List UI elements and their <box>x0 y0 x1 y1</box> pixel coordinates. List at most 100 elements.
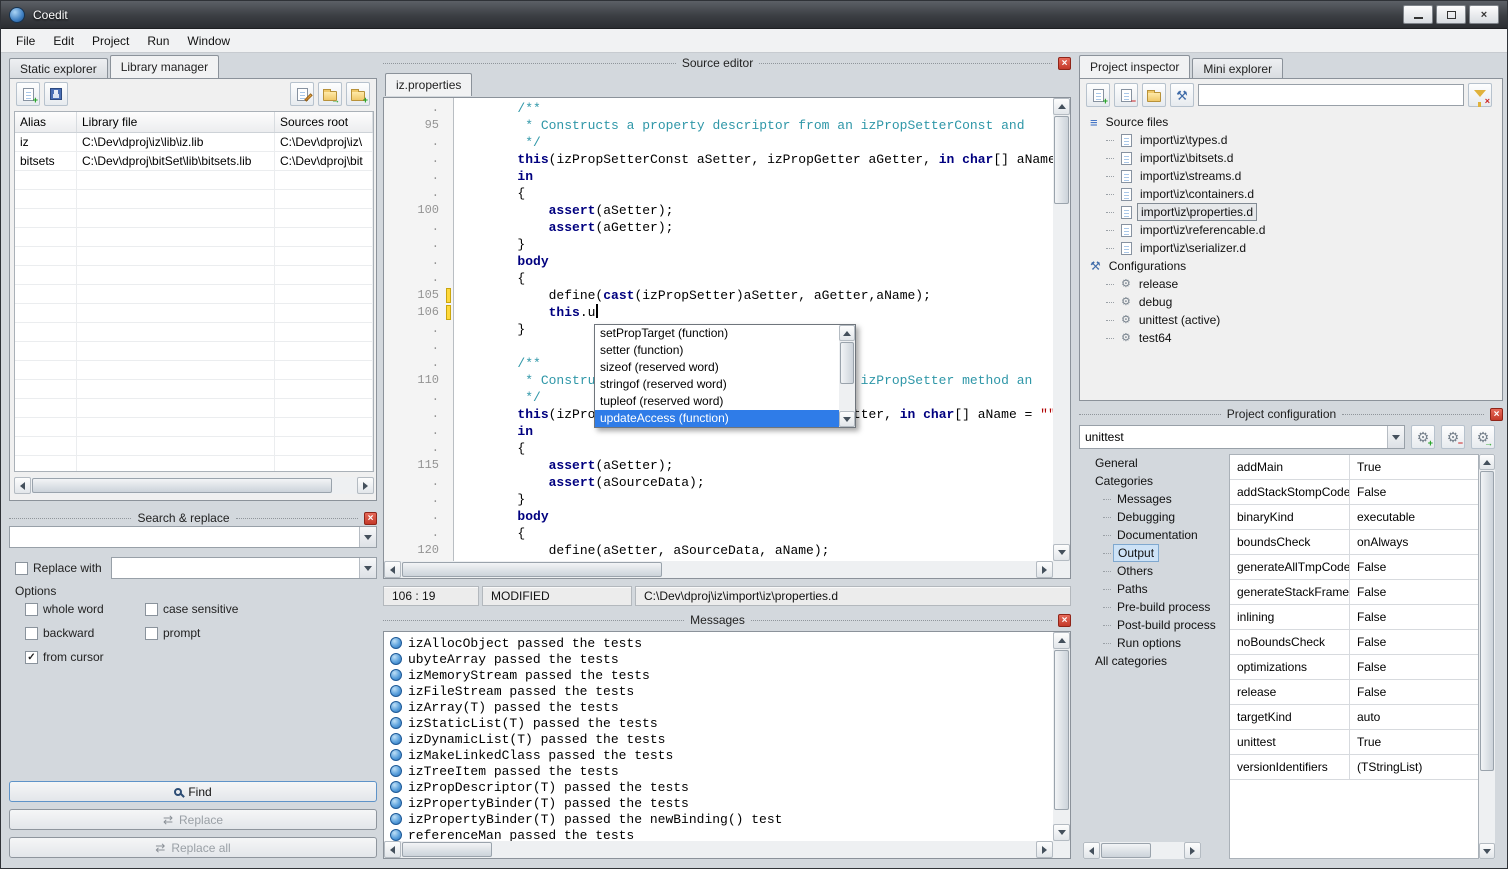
property-row[interactable]: noBoundsCheckFalse <box>1230 630 1478 655</box>
category-others[interactable]: Others <box>1081 562 1227 580</box>
property-value[interactable]: auto <box>1350 705 1478 729</box>
column-header-alias[interactable]: Alias <box>15 112 77 132</box>
completion-item-stringof-reserved-word[interactable]: stringof (reserved word) <box>595 376 839 393</box>
category-paths[interactable]: Paths <box>1081 580 1227 598</box>
tree-group-configurations[interactable]: ⚒Configurations <box>1086 257 1500 275</box>
completion-item-sizeof-reserved-word[interactable]: sizeof (reserved word) <box>595 359 839 376</box>
tree-item-unittest-active[interactable]: ⚙unittest (active) <box>1086 311 1500 329</box>
scroll-thumb[interactable] <box>32 478 332 493</box>
completion-item-setter-function[interactable]: setter (function) <box>595 342 839 359</box>
remove-source-button[interactable]: − <box>1114 83 1138 107</box>
scroll-left-button[interactable] <box>1083 842 1100 859</box>
property-value[interactable]: True <box>1350 730 1478 754</box>
property-value[interactable]: False <box>1350 480 1478 504</box>
dropdown-arrow-icon[interactable] <box>359 527 376 547</box>
category-post-build-process[interactable]: Post-build process <box>1081 616 1227 634</box>
scroll-up-button[interactable] <box>1053 98 1070 115</box>
message-row[interactable]: izArray(T) passed the tests <box>390 699 1053 715</box>
message-row[interactable]: izStaticList(T) passed the tests <box>390 715 1053 731</box>
scroll-thumb[interactable] <box>402 562 662 577</box>
checkbox-case-sensitive[interactable]: case sensitive <box>145 601 238 617</box>
completion-item-tupleof-reserved-word[interactable]: tupleof (reserved word) <box>595 393 839 410</box>
property-value[interactable]: False <box>1350 655 1478 679</box>
property-row[interactable]: boundsCheckonAlways <box>1230 530 1478 555</box>
message-row[interactable]: izPropDescriptor(T) passed the tests <box>390 779 1053 795</box>
edit-library-button[interactable] <box>290 82 314 106</box>
tab-static-explorer[interactable]: Static explorer <box>9 58 108 78</box>
scroll-down-button[interactable] <box>1053 544 1070 561</box>
category-all-categories[interactable]: All categories <box>1081 652 1227 670</box>
replace-button[interactable]: ⇄Replace <box>9 809 377 830</box>
tab-library-manager[interactable]: Library manager <box>110 55 219 78</box>
tree-item-import-iz-containers-d[interactable]: import\iz\containers.d <box>1086 185 1500 203</box>
message-row[interactable]: izFileStream passed the tests <box>390 683 1053 699</box>
search-term-combo[interactable] <box>9 526 377 548</box>
scroll-down-button[interactable] <box>839 411 855 427</box>
replace-with-checkbox[interactable]: Replace with <box>15 560 102 576</box>
tab-iz-properties[interactable]: iz.properties <box>385 73 472 96</box>
property-row[interactable]: generateStackFrameFalse <box>1230 580 1478 605</box>
tree-item-import-iz-types-d[interactable]: import\iz\types.d <box>1086 131 1500 149</box>
scroll-left-button[interactable] <box>384 561 401 578</box>
open-library-button[interactable]: → <box>318 82 342 106</box>
replace-all-button[interactable]: ⇄Replace all <box>9 837 377 858</box>
property-row[interactable]: addStackStompCodeFalse <box>1230 480 1478 505</box>
scroll-thumb[interactable] <box>1054 650 1069 810</box>
menu-project[interactable]: Project <box>83 30 138 52</box>
close-messages-button[interactable]: × <box>1058 614 1071 627</box>
message-row[interactable]: izAllocObject passed the tests <box>390 635 1053 651</box>
scroll-track[interactable] <box>1100 842 1184 859</box>
scroll-left-button[interactable] <box>384 841 401 858</box>
scroll-thumb[interactable] <box>1101 843 1151 858</box>
add-source-button[interactable]: + <box>1086 83 1110 107</box>
property-value[interactable]: False <box>1350 580 1478 604</box>
property-value[interactable]: True <box>1350 455 1478 479</box>
categories-hscrollbar[interactable] <box>1083 842 1201 859</box>
category-run-options[interactable]: Run options <box>1081 634 1227 652</box>
property-value[interactable]: False <box>1350 605 1478 629</box>
scroll-up-button[interactable] <box>839 325 855 341</box>
category-output[interactable]: Output <box>1081 544 1227 562</box>
tree-group-source-files[interactable]: ≡Source files <box>1086 113 1500 131</box>
close-window-button[interactable]: × <box>1469 5 1499 24</box>
tree-item-import-iz-referencable-d[interactable]: import\iz\referencable.d <box>1086 221 1500 239</box>
dropdown-arrow-icon[interactable] <box>1387 426 1404 448</box>
menu-window[interactable]: Window <box>178 30 239 52</box>
editor-horizontal-scrollbar[interactable] <box>384 561 1053 578</box>
scroll-track[interactable] <box>401 561 1036 578</box>
tab-mini-explorer[interactable]: Mini explorer <box>1192 58 1283 78</box>
scroll-right-button[interactable] <box>1036 841 1053 858</box>
scroll-right-button[interactable] <box>1184 842 1201 859</box>
tab-project-inspector[interactable]: Project inspector <box>1079 55 1190 78</box>
scroll-left-button[interactable] <box>14 477 31 494</box>
message-row[interactable]: izMakeLinkedClass passed the tests <box>390 747 1053 763</box>
category-pre-build-process[interactable]: Pre-build process <box>1081 598 1227 616</box>
category-debugging[interactable]: Debugging <box>1081 508 1227 526</box>
scroll-track[interactable] <box>31 477 357 494</box>
scroll-right-button[interactable] <box>1036 561 1053 578</box>
property-row[interactable]: inliningFalse <box>1230 605 1478 630</box>
dropdown-arrow-icon[interactable] <box>359 558 376 578</box>
checkbox-backward[interactable]: backward <box>25 625 94 641</box>
checkbox-whole-word[interactable]: whole word <box>25 601 104 617</box>
close-search-panel-button[interactable]: × <box>364 512 377 525</box>
add-configuration-button[interactable]: ⚙+ <box>1411 425 1435 449</box>
message-row[interactable]: ubyteArray passed the tests <box>390 651 1053 667</box>
close-configuration-button[interactable]: × <box>1490 408 1503 421</box>
messages-vertical-scrollbar[interactable] <box>1053 632 1070 841</box>
property-row[interactable]: releaseFalse <box>1230 680 1478 705</box>
remove-configuration-button[interactable]: ⚙− <box>1441 425 1465 449</box>
scroll-up-button[interactable] <box>1479 454 1495 470</box>
tree-item-import-iz-bitsets-d[interactable]: import\iz\bitsets.d <box>1086 149 1500 167</box>
checkbox-prompt[interactable]: prompt <box>145 625 200 641</box>
property-row[interactable]: addMainTrue <box>1230 455 1478 480</box>
message-row[interactable]: izTreeItem passed the tests <box>390 763 1053 779</box>
message-row[interactable]: izPropertyBinder(T) passed the tests <box>390 795 1053 811</box>
scroll-down-button[interactable] <box>1053 824 1070 841</box>
property-row[interactable]: generateAllTmpCodeFalse <box>1230 555 1478 580</box>
save-libraries-button[interactable] <box>44 82 68 106</box>
table-row[interactable]: bitsetsC:\Dev\dproj\bitSet\lib\bitsets.l… <box>15 152 373 171</box>
property-row[interactable]: versionIdentifiers(TStringList) <box>1230 755 1478 780</box>
tree-item-import-iz-streams-d[interactable]: import\iz\streams.d <box>1086 167 1500 185</box>
scroll-right-button[interactable] <box>357 477 374 494</box>
